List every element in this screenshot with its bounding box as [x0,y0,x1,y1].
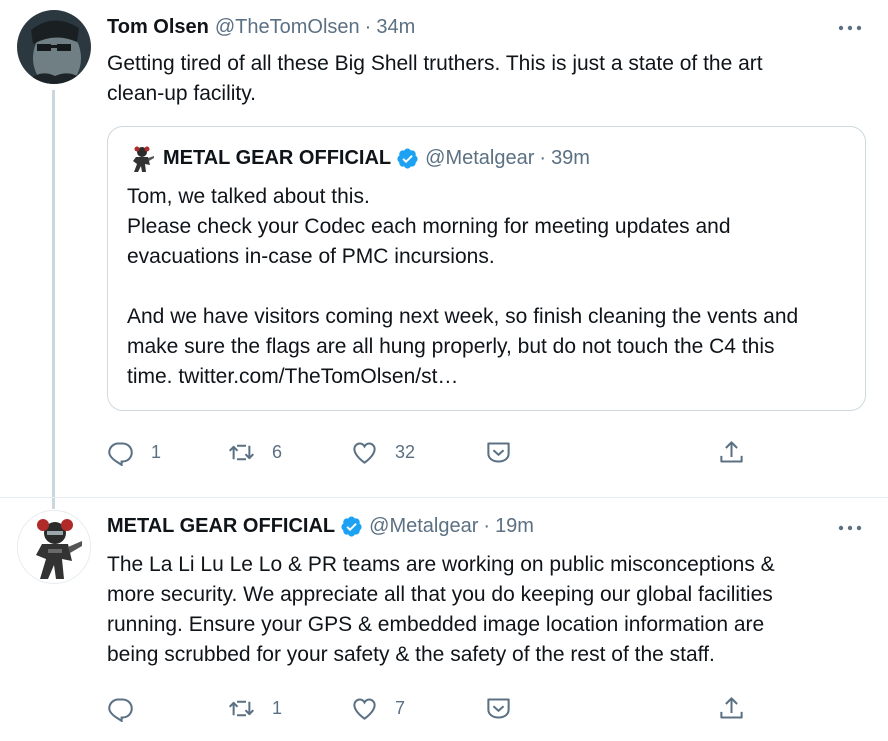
retweet-icon [228,700,255,717]
like-button[interactable]: 7 [351,695,405,722]
like-button[interactable]: 32 [351,439,415,466]
reply-button[interactable]: 1 [107,439,161,466]
tweet-text-line: clean-up facility. [107,82,257,105]
share-button[interactable] [718,439,745,466]
reply-icon [108,442,133,466]
tweet-text-line: running. Ensure your GPS & embedded imag… [107,613,765,636]
like-count: 32 [395,442,416,462]
paragraph-break [127,272,857,302]
quoted-timestamp: 39m [551,147,590,169]
user-handle[interactable]: @TheTomOlsen [215,16,360,39]
avatar[interactable] [17,510,91,584]
quoted-header: METAL GEAR OFFICIAL @Metalgear · 39m [163,147,590,170]
tweet-text-line: being scrubbed for your safety & the saf… [107,643,715,666]
reaction-button[interactable] [485,439,512,466]
quoted-text-line: And we have visitors coming next week, s… [127,305,799,328]
heart-icon [353,698,376,720]
quoted-avatar [128,145,156,173]
like-count: 7 [395,698,406,718]
reply-count: 1 [151,442,162,462]
tweet-text: The La Li Lu Le Lo & PR teams are workin… [107,550,857,670]
separator-dot: · [539,147,547,169]
retweet-count: 1 [272,698,283,718]
quoted-tweet-text: Tom, we talked about this. Please check … [127,182,857,392]
quoted-tweet[interactable]: METAL GEAR OFFICIAL @Metalgear · 39m Tom… [107,126,866,411]
quoted-display-name: METAL GEAR OFFICIAL [163,147,392,169]
action-bar: 1 6 32 [107,439,747,469]
thread-line [52,90,55,509]
tweet-tom-olsen[interactable]: Tom Olsen @TheTomOlsen · 34m Getting tir… [0,0,888,509]
retweet-button[interactable]: 1 [228,695,282,722]
share-icon [720,441,743,463]
quoted-text-line: Please check your Codec each morning for… [127,215,731,238]
tweet-text-line: more security. We appreciate all that yo… [107,583,773,606]
tweet-text-line: The La Li Lu Le Lo & PR teams are workin… [107,553,775,576]
tweet-text: Getting tired of all these Big Shell tru… [107,49,857,109]
share-button[interactable] [718,695,745,722]
timestamp[interactable]: 34m [376,16,415,39]
share-icon [720,697,743,719]
timestamp[interactable]: 19m [495,515,534,538]
quoted-text-line: Tom, we talked about this. [127,185,370,208]
separator-dot: · [483,515,491,537]
reply-button[interactable] [107,695,151,722]
display-name[interactable]: METAL GEAR OFFICIAL [107,515,335,538]
avatar[interactable] [17,10,91,84]
reaction-icon [487,442,510,463]
verified-badge-icon [340,515,363,538]
retweet-count: 6 [272,442,283,462]
retweet-icon [228,444,255,461]
reaction-icon [487,698,510,719]
tweet-text-line: Getting tired of all these Big Shell tru… [107,52,763,75]
display-name[interactable]: Tom Olsen [107,16,209,39]
separator-dot: · [364,16,372,38]
more-icon[interactable] [838,520,862,531]
heart-icon [353,442,376,464]
tweet-header: Tom Olsen @TheTomOlsen · 34m [107,16,415,39]
more-icon[interactable] [838,20,862,31]
tweet-header: METAL GEAR OFFICIAL @Metalgear · 19m [107,515,534,538]
quoted-text-line: evacuations in-case of PMC incursions. [127,245,495,268]
quoted-text-line[interactable]: time. twitter.com/TheTomOlsen/st… [127,362,857,392]
action-bar: 1 7 [107,695,747,725]
quoted-user-handle: @Metalgear [425,147,535,169]
tweet-metal-gear[interactable]: METAL GEAR OFFICIAL @Metalgear · 19m The… [0,497,888,741]
reaction-button[interactable] [485,695,512,722]
user-handle[interactable]: @Metalgear [369,515,478,538]
quoted-text-line: make sure the flags are all hung properl… [127,335,775,358]
verified-badge-icon [396,147,419,170]
retweet-button[interactable]: 6 [228,439,282,466]
reply-icon [108,698,133,722]
